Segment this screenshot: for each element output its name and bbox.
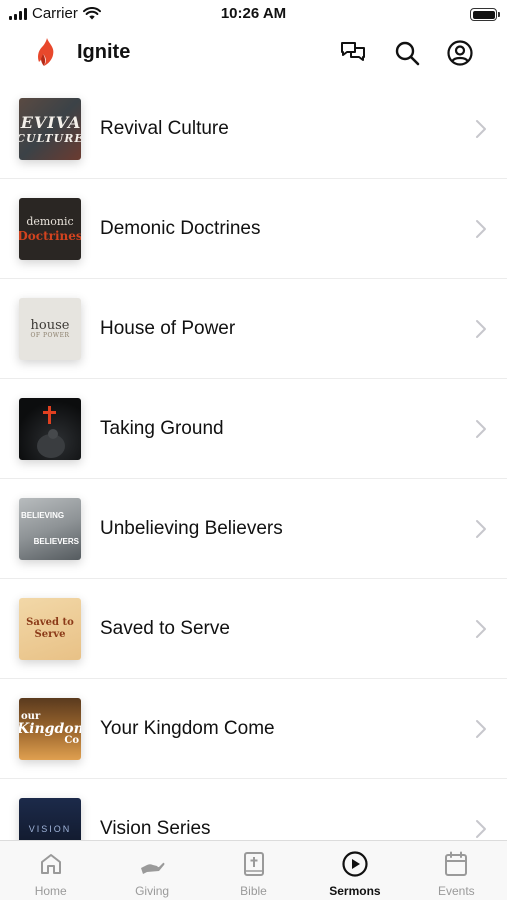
sermon-thumbnail [19, 398, 81, 460]
sermon-list: REVIVAL CULTURE Revival Culture demonic … [0, 79, 507, 840]
home-icon [40, 854, 61, 874]
tab-label: Sermons [329, 884, 381, 898]
chevron-right-icon [476, 520, 486, 538]
sermon-row-vision-series[interactable]: VISION Vision Series [0, 779, 507, 840]
profile-button[interactable] [445, 38, 475, 68]
play-circle-icon [342, 851, 368, 877]
bible-icon [243, 852, 264, 876]
sermon-title: Vision Series [100, 818, 211, 839]
tab-label: Home [34, 884, 67, 898]
chat-icon [341, 42, 365, 61]
tab-events[interactable]: Events [406, 841, 507, 900]
calendar-icon [445, 851, 468, 876]
tab-giving[interactable]: Giving [101, 841, 202, 900]
sermon-thumbnail: house OF POWER [19, 298, 81, 360]
chevron-right-icon [476, 320, 486, 338]
giving-icon [141, 862, 165, 874]
sermon-title: Demonic Doctrines [100, 218, 261, 239]
sermon-thumbnail: our Kingdom Co [19, 698, 81, 760]
status-bar: Carrier 10:26 AM [0, 0, 507, 28]
chevron-right-icon [476, 220, 486, 238]
sermon-title: Unbelieving Believers [100, 518, 283, 539]
sermon-title: Taking Ground [100, 418, 224, 439]
ignite-logo-icon [38, 38, 54, 66]
sermon-title: House of Power [100, 318, 236, 339]
sermon-row-demonic-doctrines[interactable]: demonic Doctrines Demonic Doctrines [0, 179, 507, 279]
tab-label: Giving [135, 884, 170, 898]
cross-icon [37, 406, 65, 458]
profile-icon [447, 40, 473, 66]
sermon-thumbnail: demonic Doctrines [19, 198, 81, 260]
chevron-right-icon [476, 820, 486, 838]
sermon-row-revival-culture[interactable]: REVIVAL CULTURE Revival Culture [0, 79, 507, 179]
app-title: Ignite [77, 41, 131, 63]
battery-icon [470, 8, 500, 21]
search-button[interactable] [392, 38, 422, 68]
tab-bar: Home Giving Bible Sermons Events [0, 840, 507, 900]
tab-bible[interactable]: Bible [203, 841, 304, 900]
status-time: 10:26 AM [220, 5, 287, 22]
sermon-row-unbelieving-believers[interactable]: BELIEVING BELIEVERS Unbelieving Believer… [0, 479, 507, 579]
sermon-title: Saved to Serve [100, 618, 230, 639]
sermon-row-your-kingdom-come[interactable]: our Kingdom Co Your Kingdom Come [0, 679, 507, 779]
chevron-right-icon [476, 720, 486, 738]
sermon-row-house-of-power[interactable]: house OF POWER House of Power [0, 279, 507, 379]
chevron-right-icon [476, 420, 486, 438]
sermon-thumbnail: REVIVAL CULTURE [19, 98, 81, 160]
sermon-thumbnail: BELIEVING BELIEVERS [19, 498, 81, 560]
tab-home[interactable]: Home [0, 841, 101, 900]
sermon-title: Your Kingdom Come [100, 718, 275, 739]
chevron-right-icon [476, 620, 486, 638]
sermon-title: Revival Culture [100, 118, 229, 139]
sermon-thumbnail: Saved to Serve [19, 598, 81, 660]
tab-sermons[interactable]: Sermons [304, 841, 405, 900]
chevron-right-icon [476, 120, 486, 138]
tab-label: Events [437, 884, 475, 898]
sermon-row-taking-ground[interactable]: Taking Ground [0, 379, 507, 479]
search-icon [395, 41, 420, 66]
sermon-thumbnail: VISION [19, 798, 81, 840]
app-header: Ignite [0, 28, 507, 78]
chat-button[interactable] [338, 38, 368, 68]
sermon-row-saved-to-serve[interactable]: Saved to Serve Saved to Serve [0, 579, 507, 679]
tab-label: Bible [240, 884, 267, 898]
